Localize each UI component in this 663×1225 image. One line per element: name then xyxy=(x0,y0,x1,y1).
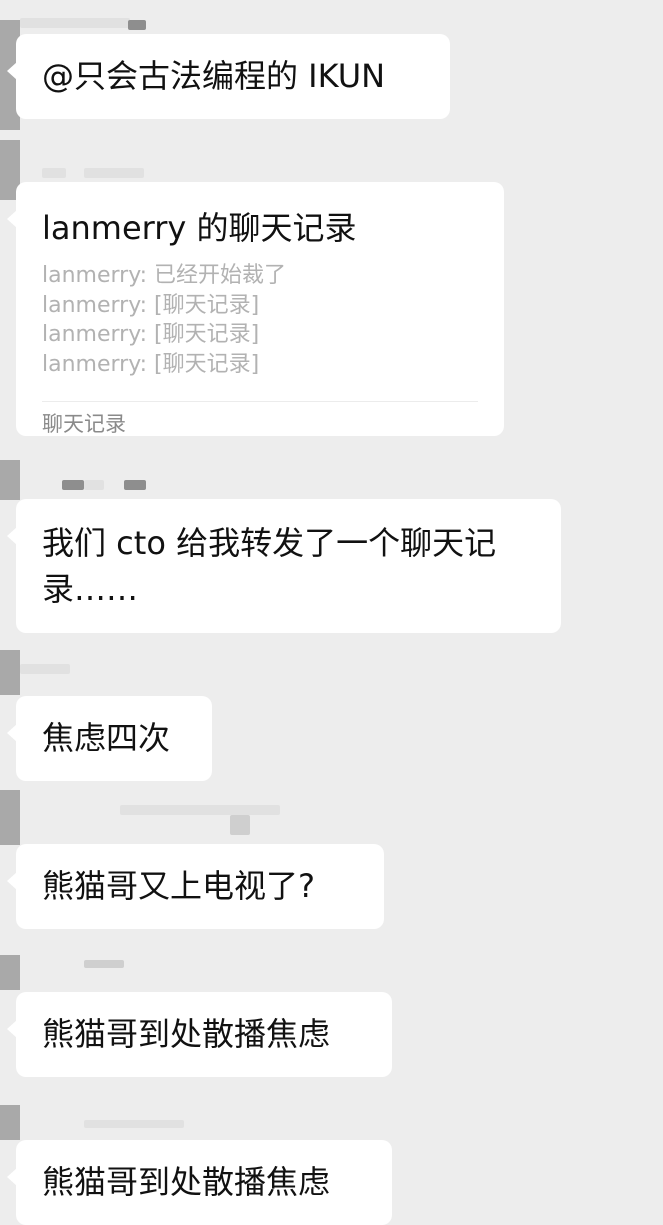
chat-record-preview-line: lanmerry: [聊天记录] xyxy=(42,292,260,318)
chat-record-preview: lanmerry: 已经开始裁了 lanmerry: [聊天记录] lanmer… xyxy=(42,261,478,379)
sender-name-blurred xyxy=(20,18,130,28)
sender-name-blurred xyxy=(128,20,146,30)
message-text: @只会古法编程的 IKUN xyxy=(42,57,386,95)
message-bubble[interactable]: 熊猫哥又上电视了? xyxy=(7,844,384,929)
message-bubble[interactable]: 焦虑四次 xyxy=(7,696,212,781)
message-text: 熊猫哥又上电视了? xyxy=(42,867,315,905)
message-bubble[interactable]: @只会古法编程的 IKUN xyxy=(7,34,450,119)
sender-name-blurred xyxy=(84,1120,184,1128)
chat-record-footer: 聊天记录 xyxy=(42,412,126,436)
avatar[interactable] xyxy=(0,650,20,695)
sender-name-blurred xyxy=(62,480,84,490)
chat-record-preview-line: lanmerry: [聊天记录] xyxy=(42,351,260,377)
sender-name-blurred xyxy=(230,815,250,835)
avatar[interactable] xyxy=(0,460,20,500)
message-text: 熊猫哥到处散播焦虑 xyxy=(42,1163,331,1201)
message-bubble[interactable]: 熊猫哥到处散播焦虑 xyxy=(7,992,392,1077)
avatar[interactable] xyxy=(0,1105,20,1140)
message-bubble[interactable]: 熊猫哥到处散播焦虑 xyxy=(7,1140,392,1225)
sender-name-blurred xyxy=(84,168,144,178)
chat-record-card[interactable]: lanmerry 的聊天记录 lanmerry: 已经开始裁了 lanmerry… xyxy=(7,182,504,436)
chat-record-preview-line: lanmerry: [聊天记录] xyxy=(42,322,260,347)
sender-name-blurred xyxy=(124,480,146,490)
message-text: 我们 cto 给我转发了一个聊天记录…… xyxy=(42,524,497,608)
chat-record-title: lanmerry 的聊天记录 xyxy=(42,209,357,247)
message-text: 熊猫哥到处散播焦虑 xyxy=(42,1015,331,1053)
message-bubble[interactable]: 我们 cto 给我转发了一个聊天记录…… xyxy=(7,499,561,633)
avatar[interactable] xyxy=(0,955,20,990)
sender-name-blurred xyxy=(84,960,124,968)
sender-name-blurred xyxy=(120,805,280,815)
sender-name-blurred xyxy=(42,168,66,178)
avatar[interactable] xyxy=(0,790,20,845)
sender-name-blurred xyxy=(20,664,70,674)
chat-record-preview-line: lanmerry: 已经开始裁了 xyxy=(42,263,287,288)
sender-name-blurred xyxy=(84,480,104,490)
message-text: 焦虑四次 xyxy=(42,719,171,757)
